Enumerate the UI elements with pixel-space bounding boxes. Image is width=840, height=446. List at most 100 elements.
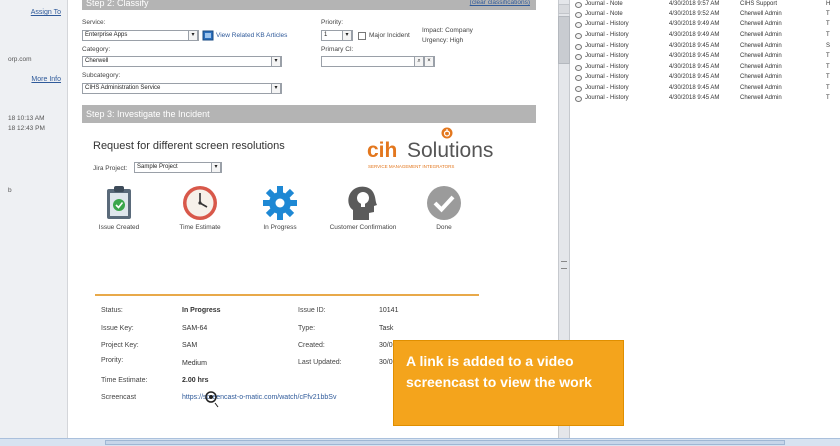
journal-icon [575, 54, 582, 60]
clear-icon[interactable]: × [424, 56, 434, 67]
journal-icon [575, 44, 582, 50]
timestamp-2: 18 12:43 PM [8, 125, 45, 132]
journal-extra: T [826, 11, 830, 17]
journal-row[interactable]: Journal - History 4/30/2018 9:45 AM Cher… [570, 73, 840, 83]
journal-date: 4/30/2018 9:45 AM [669, 43, 720, 49]
stage-label-time-estimate: Time Estimate [179, 224, 221, 231]
issue-id-label: Issue ID: [298, 307, 326, 314]
journal-type: Journal - History [585, 95, 629, 101]
text-fragment: b [8, 187, 12, 194]
journal-user: Cherwell Admin [740, 53, 782, 59]
service-select[interactable]: Enterprise Apps ▾ [82, 30, 199, 41]
status-value: In Progress [182, 307, 221, 314]
status-label: Status: [101, 307, 123, 314]
journal-date: 4/30/2018 9:49 AM [669, 21, 720, 27]
priority-select[interactable]: 1 ▾ [321, 30, 353, 41]
journal-user: Cherwell Admin [740, 11, 782, 17]
category-select[interactable]: Cherwell ▾ [82, 56, 282, 67]
primary-ci-label: Primary CI: [321, 46, 354, 53]
journal-extra: T [826, 95, 830, 101]
journal-user: Cherwell Admin [740, 21, 782, 27]
journal-icon [575, 33, 582, 39]
journal-date: 4/30/2018 9:45 AM [669, 74, 720, 80]
priority-detail-value: Medium [182, 360, 207, 367]
assign-to-link[interactable]: Assign To [31, 9, 61, 16]
journal-row[interactable]: Journal - History 4/30/2018 9:49 AM Cher… [570, 31, 840, 41]
journal-user: Cherwell Admin [740, 85, 782, 91]
journal-user: Cherwell Admin [740, 43, 782, 49]
journal-user: Cherwell Admin [740, 64, 782, 70]
logo-tagline: SERVICE MANAGEMENT INTEGRATORS [368, 164, 455, 169]
jira-project-label: Jira Project: [93, 165, 128, 172]
journal-row[interactable]: Journal - History 4/30/2018 9:45 AM Cher… [570, 94, 840, 104]
lookup-icon[interactable]: ⌕ [414, 56, 424, 67]
journal-type: Journal - History [585, 21, 629, 27]
divider-line [95, 294, 479, 296]
issue-key-value: SAM-64 [182, 325, 208, 332]
scroll-up-button[interactable] [558, 4, 570, 14]
journal-icon [575, 22, 582, 28]
view-kb-articles-link[interactable]: View Related KB Articles [216, 32, 287, 39]
time-estimate-value: 2.00 hrs [182, 377, 209, 384]
journal-icon [575, 2, 582, 8]
jira-project-select[interactable]: Sample Project ▾ [134, 162, 222, 173]
left-panel: Assign To orp.com More Info 18 10:13 AM … [0, 0, 68, 446]
journal-type: Journal - History [585, 43, 629, 49]
stage-label-done: Done [436, 224, 452, 231]
major-incident-label: Major Incident [369, 32, 410, 39]
checkmark-circle-icon [427, 186, 461, 220]
priority-value: 1 [324, 32, 328, 38]
subcategory-select[interactable]: CIHS Administration Service ▾ [82, 83, 282, 94]
chevron-down-icon[interactable]: ▾ [188, 30, 198, 41]
service-label: Service: [82, 19, 106, 26]
logo-cih: cih [367, 139, 398, 162]
impact-text: Impact: Company [422, 27, 473, 34]
journal-type: Journal - History [585, 64, 629, 70]
chevron-down-icon[interactable]: ▾ [342, 30, 352, 41]
journal-user: CIHS Support [740, 1, 778, 7]
journal-extra: S [826, 43, 831, 49]
journal-icon [575, 65, 582, 71]
journal-type: Journal - Note [585, 11, 623, 17]
created-label: Created: [298, 342, 325, 349]
journal-date: 4/30/2018 9:45 AM [669, 95, 720, 101]
journal-date: 4/30/2018 9:45 AM [669, 85, 720, 91]
journal-row[interactable]: Journal - History 4/30/2018 9:45 AM Cher… [570, 63, 840, 73]
journal-date: 4/30/2018 9:45 AM [669, 64, 720, 70]
major-incident-checkbox[interactable] [358, 32, 366, 40]
journal-row[interactable]: Journal - Note 4/30/2018 9:52 AM Cherwel… [570, 10, 840, 20]
grip-icon[interactable] [561, 261, 567, 269]
project-key-value: SAM [182, 342, 198, 349]
chevron-down-icon[interactable]: ▾ [211, 162, 221, 173]
primary-ci-field[interactable]: ⌕ × [321, 56, 435, 67]
issue-key-label: Issue Key: [101, 325, 134, 332]
kb-book-icon[interactable] [202, 30, 214, 41]
timestamp-1: 18 10:13 AM [8, 115, 45, 122]
clear-classifications-link[interactable]: (clear classifications) [470, 0, 530, 6]
priority-label: Priority: [321, 19, 344, 26]
project-key-label: Project Key: [101, 342, 139, 349]
jira-project-value: Sample Project [137, 164, 178, 170]
more-info-link[interactable]: More Info [31, 76, 61, 83]
step3-title: Step 3: Investigate the Incident [86, 109, 210, 119]
journal-icon [575, 96, 582, 102]
journal-row[interactable]: Journal - History 4/30/2018 9:45 AM Cher… [570, 84, 840, 94]
last-updated-value: 30/0 [379, 359, 393, 366]
journal-row[interactable]: Journal - Note 4/30/2018 9:57 AM CIHS Su… [570, 0, 840, 10]
journal-row[interactable]: Journal - History 4/30/2018 9:45 AM Cher… [570, 52, 840, 62]
chevron-down-icon[interactable]: ▾ [271, 83, 281, 94]
journal-extra: T [826, 32, 830, 38]
journal-user: Cherwell Admin [740, 95, 782, 101]
horizontal-scrollbar[interactable] [105, 440, 785, 445]
domain-fragment: orp.com [8, 56, 32, 63]
journal-row[interactable]: Journal - History 4/30/2018 9:49 AM Cher… [570, 20, 840, 30]
service-value: Enterprise Apps [85, 32, 128, 38]
journal-row[interactable]: Journal - History 4/30/2018 9:45 AM Cher… [570, 42, 840, 52]
journal-icon [575, 12, 582, 18]
journal-type: Journal - Note [585, 1, 623, 7]
journal-user: Cherwell Admin [740, 32, 782, 38]
journal-date: 4/30/2018 9:52 AM [669, 11, 720, 17]
journal-extra: H [826, 1, 831, 7]
chevron-down-icon[interactable]: ▾ [271, 56, 281, 67]
scrollbar-thumb[interactable] [558, 16, 570, 64]
